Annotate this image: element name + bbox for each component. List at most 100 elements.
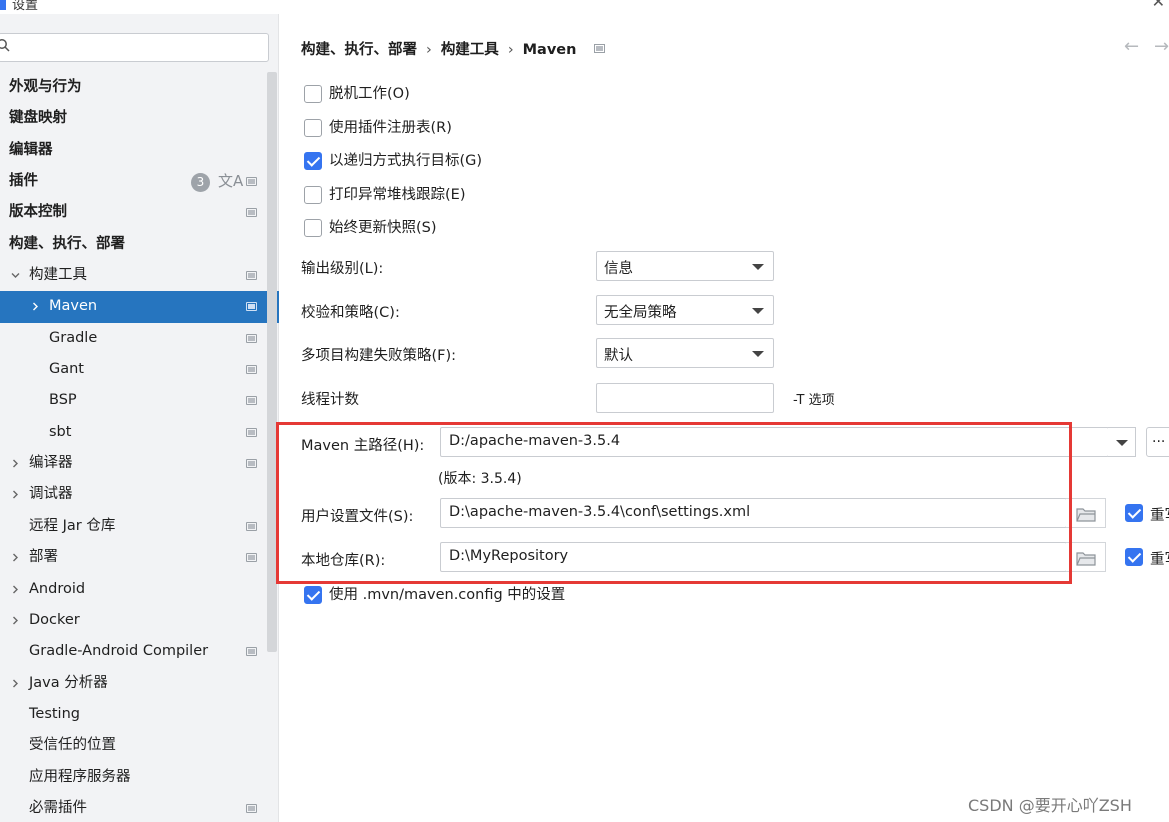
chevron-right-icon[interactable] xyxy=(11,616,20,625)
project-scope-icon xyxy=(246,333,257,343)
thread-count-input[interactable] xyxy=(597,384,773,412)
maven-home-field[interactable]: D:/apache-maven-3.5.4 xyxy=(440,427,1109,457)
back-arrow-icon[interactable]: ← xyxy=(1124,36,1139,57)
failure-policy-dropdown[interactable]: 默认 xyxy=(596,338,774,368)
project-scope-icon xyxy=(246,553,257,563)
sidebar-item[interactable]: 键盘映射 xyxy=(0,103,279,134)
chevron-down-icon xyxy=(752,351,764,357)
sidebar-item-label: 部署 xyxy=(29,549,58,566)
sidebar-item[interactable]: 受信任的位置 xyxy=(0,730,279,761)
local-repo-override-checkbox[interactable] xyxy=(1125,548,1143,566)
folder-icon xyxy=(1076,508,1096,522)
browse-button[interactable]: ... xyxy=(1146,427,1169,457)
use-mvn-config-checkbox[interactable] xyxy=(304,586,322,604)
sidebar-item-label: 应用程序服务器 xyxy=(29,768,131,785)
sidebar-item[interactable]: Maven xyxy=(0,291,279,323)
sidebar-item[interactable]: 部署 xyxy=(0,542,279,573)
breadcrumb-separator: › xyxy=(507,42,514,58)
chevron-right-icon[interactable] xyxy=(11,553,20,562)
sidebar-item[interactable]: 构建工具 xyxy=(0,260,279,291)
close-icon[interactable]: ✕ xyxy=(1152,0,1165,11)
main-panel: 构建、执行、部署 › 构建工具 › Maven ← → 脱机工作(O) 使用插件注册表(R… xyxy=(276,14,1169,822)
maven-home-dropdown-button[interactable] xyxy=(1108,427,1136,457)
user-settings-browse-button[interactable] xyxy=(1066,498,1106,528)
sidebar-item[interactable]: sbt xyxy=(0,417,279,448)
sidebar-item[interactable]: BSP xyxy=(0,385,279,416)
chevron-right-icon[interactable] xyxy=(11,490,20,499)
sidebar-item[interactable]: Android xyxy=(0,574,279,605)
sidebar-item[interactable]: 远程 Jar 仓库 xyxy=(0,511,279,542)
local-repo-field[interactable]: D:\MyRepository xyxy=(440,542,1067,572)
chevron-down-icon xyxy=(1116,440,1128,446)
sidebar-item-label: Docker xyxy=(29,611,80,628)
sidebar-item[interactable]: 编辑器 xyxy=(0,135,279,166)
thread-count-field[interactable] xyxy=(596,383,774,413)
settings-tree: 外观与行为 键盘映射 编辑器 插件 3 文A 版本控制 构建、执行、部署 构建工具 Maven Gr… xyxy=(0,72,279,822)
thread-count-label: 线程计数 xyxy=(301,392,359,408)
sidebar-item[interactable]: Gradle-Android Compiler xyxy=(0,636,279,667)
sidebar-item-label: 构建工具 xyxy=(29,267,87,284)
option-checkbox[interactable] xyxy=(304,219,322,237)
sidebar-item-label: 编辑器 xyxy=(9,141,53,158)
sidebar-item[interactable]: Gradle xyxy=(0,323,279,354)
sidebar-item[interactable]: 应用程序服务器 xyxy=(0,762,279,793)
option-checkbox[interactable] xyxy=(304,186,322,204)
search-icon xyxy=(0,39,10,52)
option-checkbox[interactable] xyxy=(304,119,322,137)
breadcrumb-build[interactable]: 构建、执行、部署 xyxy=(301,42,417,58)
sidebar: 外观与行为 键盘映射 编辑器 插件 3 文A 版本控制 构建、执行、部署 构建工具 Maven Gr… xyxy=(0,14,279,822)
user-settings-field[interactable]: D:\apache-maven-3.5.4\conf\settings.xml xyxy=(440,498,1067,528)
local-repo-browse-button[interactable] xyxy=(1066,542,1106,572)
search-input[interactable] xyxy=(15,37,260,58)
chevron-down-icon[interactable] xyxy=(11,271,20,280)
sidebar-item[interactable]: Testing xyxy=(0,699,279,730)
output-level-label: 输出级别(L): xyxy=(301,261,384,277)
checksum-policy-dropdown[interactable]: 无全局策略 xyxy=(596,295,774,325)
translate-icon: 文A xyxy=(218,172,244,191)
sidebar-item-label: 受信任的位置 xyxy=(29,737,116,754)
chevron-right-icon[interactable] xyxy=(11,585,20,594)
project-scope-icon xyxy=(594,44,606,53)
maven-version-text: (版本: 3.5.4) xyxy=(438,471,522,487)
output-level-value: 信息 xyxy=(604,261,633,277)
chevron-right-icon[interactable] xyxy=(11,459,20,468)
user-settings-override-checkbox[interactable] xyxy=(1125,504,1143,522)
sidebar-item[interactable]: 编译器 xyxy=(0,448,279,479)
project-scope-icon xyxy=(246,803,257,813)
project-scope-icon xyxy=(246,177,257,187)
forward-arrow-icon[interactable]: → xyxy=(1154,36,1169,57)
user-settings-value: D:\apache-maven-3.5.4\conf\settings.xml xyxy=(449,504,751,520)
sidebar-item[interactable]: 调试器 xyxy=(0,479,279,510)
chevron-right-icon[interactable] xyxy=(31,302,40,311)
project-scope-icon xyxy=(246,647,257,657)
title-bar: 设置 ✕ xyxy=(0,0,1169,14)
chevron-down-icon xyxy=(752,264,764,270)
option-checkbox-label: 始终更新快照(S) xyxy=(329,220,437,236)
sidebar-item-label: Gradle-Android Compiler xyxy=(29,643,209,660)
search-box[interactable] xyxy=(0,33,269,62)
sidebar-item[interactable]: 插件 3 文A xyxy=(0,166,279,197)
breadcrumb: 构建、执行、部署 › 构建工具 › Maven xyxy=(301,38,606,59)
option-checkbox-label: 使用插件注册表(R) xyxy=(329,120,452,136)
sidebar-item[interactable]: 必需插件 xyxy=(0,793,279,822)
breadcrumb-build-tools[interactable]: 构建工具 xyxy=(441,42,499,58)
sidebar-item[interactable]: Gant xyxy=(0,354,279,385)
watermark: CSDN @要开心吖ZSH xyxy=(968,796,1132,815)
option-checkbox[interactable] xyxy=(304,85,322,103)
output-level-dropdown[interactable]: 信息 xyxy=(596,251,774,281)
chevron-right-icon[interactable] xyxy=(11,679,20,688)
option-checkbox[interactable] xyxy=(304,152,322,170)
folder-icon xyxy=(1076,552,1096,566)
sidebar-item[interactable]: Java 分析器 xyxy=(0,668,279,699)
sidebar-scrollbar[interactable] xyxy=(267,72,277,652)
checksum-policy-value: 无全局策略 xyxy=(604,305,677,321)
user-settings-override-label: 重写 xyxy=(1150,508,1169,524)
sidebar-item[interactable]: 构建、执行、部署 xyxy=(0,229,279,260)
breadcrumb-separator: › xyxy=(426,42,432,58)
sidebar-item[interactable]: Docker xyxy=(0,605,279,636)
sidebar-item[interactable]: 版本控制 xyxy=(0,197,279,228)
sidebar-item-label: 插件 xyxy=(9,173,38,190)
sidebar-item[interactable]: 外观与行为 xyxy=(0,72,279,103)
settings-window: 设置 ✕ 外观与行为 键盘映射 编辑器 插件 3 文A 版本控制 构建、执行、部署 构建工具 Ma… xyxy=(0,0,1169,822)
chevron-down-icon xyxy=(752,308,764,314)
